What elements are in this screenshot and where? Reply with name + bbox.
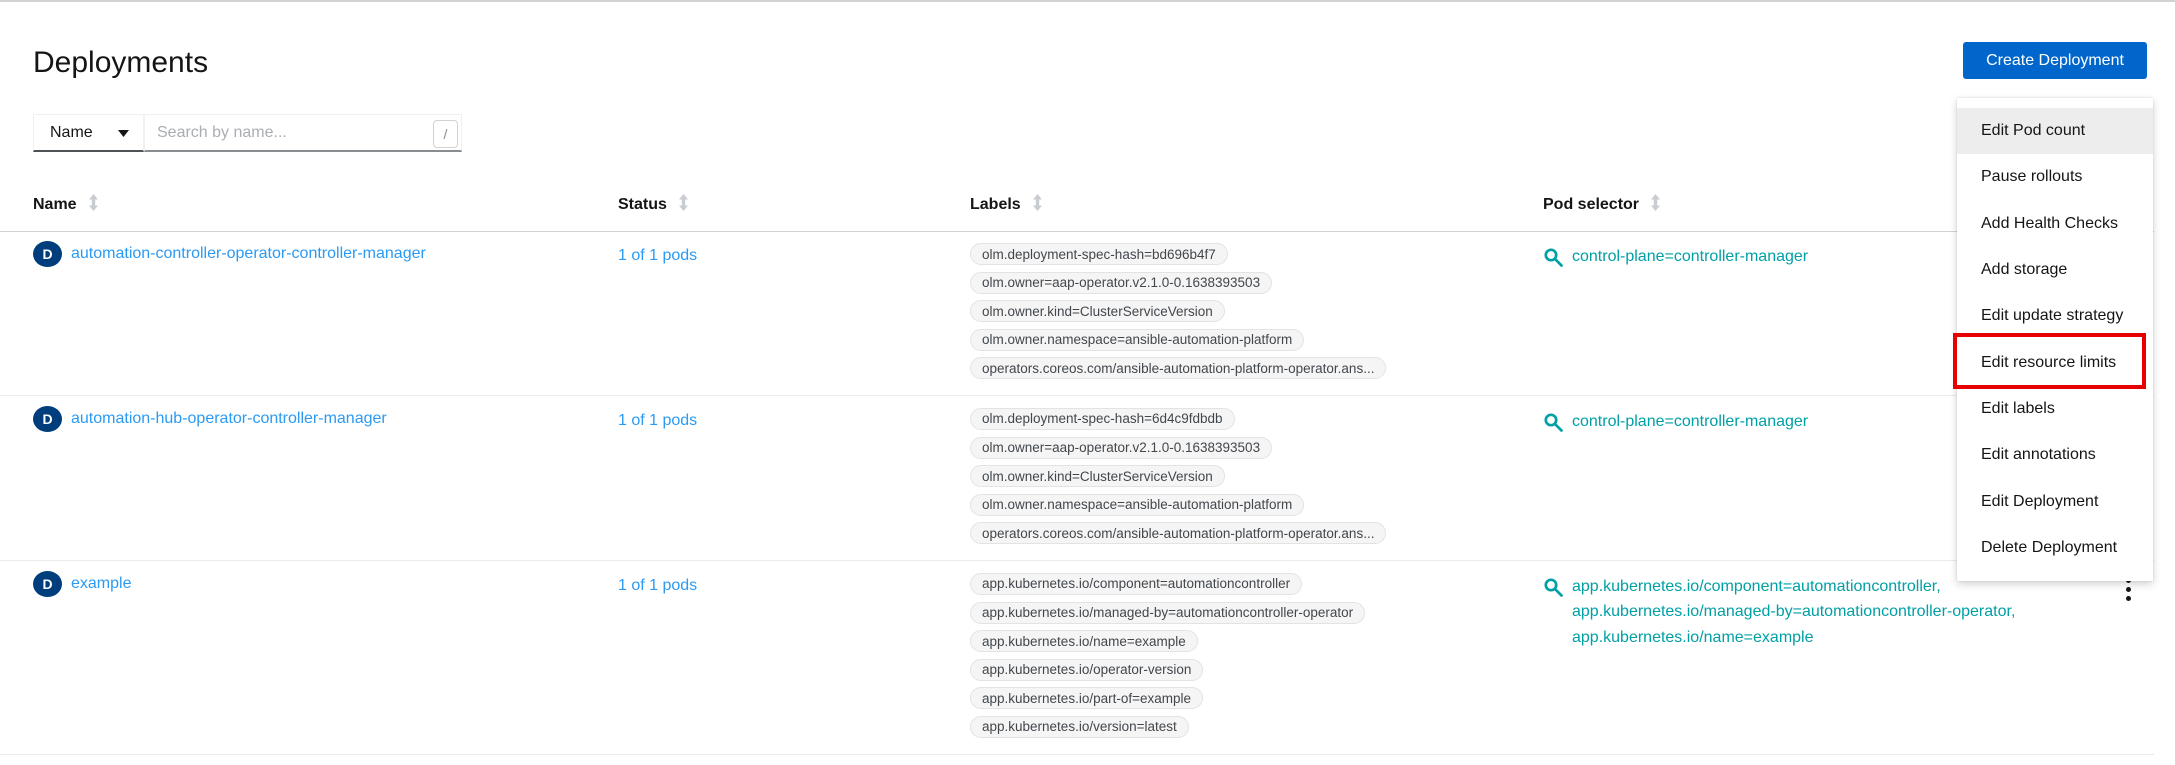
pods-status-link[interactable]: 1 of 1 pods [618, 577, 697, 594]
column-header-label: Labels [970, 196, 1021, 214]
menu-item-edit-annotations[interactable]: Edit annotations [1957, 432, 2153, 478]
sort-icon [677, 194, 690, 216]
label-chip: operators.coreos.com/ansible-automation-… [970, 357, 1386, 379]
status-cell: 1 of 1 pods [618, 247, 697, 265]
name-cell: Dexample [33, 571, 131, 597]
pod-selector-link[interactable]: control-plane=controller-manager [1572, 409, 1808, 435]
status-cell: 1 of 1 pods [618, 577, 697, 595]
status-cell: 1 of 1 pods [618, 412, 697, 430]
table-row: Dautomation-controller-operator-controll… [0, 231, 2154, 396]
label-chip: olm.owner.kind=ClusterServiceVersion [970, 300, 1225, 322]
pods-status-link[interactable]: 1 of 1 pods [618, 412, 697, 429]
menu-item-edit-deployment[interactable]: Edit Deployment [1957, 478, 2153, 524]
column-header-name[interactable]: Name [33, 194, 100, 216]
label-chip: app.kubernetes.io/part-of=example [970, 687, 1203, 709]
menu-item-pause-rollouts[interactable]: Pause rollouts [1957, 154, 2153, 200]
label-chip: app.kubernetes.io/name=example [970, 630, 1198, 652]
label-chip: olm.owner=aap-operator.v2.1.0-0.16383935… [970, 437, 1272, 459]
label-chip: olm.owner=aap-operator.v2.1.0-0.16383935… [970, 272, 1272, 294]
menu-item-edit-update-strategy[interactable]: Edit update strategy [1957, 293, 2153, 339]
label-chip: app.kubernetes.io/version=latest [970, 716, 1189, 738]
deployment-actions-menu: Edit Pod countPause rolloutsAdd Health C… [1957, 98, 2153, 581]
pod-selector-cell: control-plane=controller-manager [1543, 409, 1808, 442]
name-cell: Dautomation-hub-operator-controller-mana… [33, 406, 387, 432]
deployment-badge: D [33, 241, 62, 267]
menu-item-add-health-checks[interactable]: Add Health Checks [1957, 201, 2153, 247]
deployment-badge: D [33, 571, 62, 597]
column-header-status[interactable]: Status [618, 194, 690, 216]
search-icon [1543, 574, 1564, 607]
label-chip: app.kubernetes.io/operator-version [970, 659, 1203, 681]
column-header-labels[interactable]: Labels [970, 194, 1044, 216]
deployment-badge: D [33, 406, 62, 432]
pod-selector-cell: app.kubernetes.io/component=automationco… [1543, 574, 2015, 651]
table-row: Dexample 1 of 1 pods app.kubernetes.io/com… [0, 561, 2154, 755]
label-chip: app.kubernetes.io/component=automationco… [970, 573, 1302, 595]
search-input[interactable] [144, 114, 462, 152]
deployment-name-link[interactable]: example [71, 575, 131, 593]
pod-selector-link[interactable]: app.kubernetes.io/component=automationco… [1572, 574, 2015, 600]
pod-selector-cell: control-plane=controller-manager [1543, 244, 1808, 277]
filter-type-dropdown[interactable]: Name [33, 114, 144, 152]
menu-item-edit-labels[interactable]: Edit labels [1957, 386, 2153, 432]
sort-icon [87, 194, 100, 216]
deployments-page: Deployments Name / Create Deployment Nam… [0, 0, 2175, 765]
search-shortcut-badge: / [433, 120, 458, 148]
search-icon [1543, 409, 1564, 442]
sort-icon [1031, 194, 1044, 216]
caret-down-icon [118, 124, 129, 142]
label-chip: olm.owner.namespace=ansible-automation-p… [970, 494, 1304, 516]
pods-status-link[interactable]: 1 of 1 pods [618, 247, 697, 264]
column-header-label: Name [33, 196, 77, 214]
label-chip: olm.deployment-spec-hash=6d4c9fdbdb [970, 408, 1235, 430]
table-header-row: Name Status Labels Pod selector [0, 190, 2154, 232]
menu-item-edit-resource-limits[interactable]: Edit resource limits [1957, 339, 2153, 385]
deployment-name-link[interactable]: automation-hub-operator-controller-manag… [71, 410, 387, 428]
filter-type-label: Name [50, 124, 93, 142]
search-icon [1543, 244, 1564, 277]
sort-icon [1649, 194, 1662, 216]
label-chip: operators.coreos.com/ansible-automation-… [970, 522, 1386, 544]
page-title: Deployments [33, 46, 208, 80]
pod-selector-link[interactable]: app.kubernetes.io/name=example [1572, 625, 2015, 651]
label-chip: olm.owner.kind=ClusterServiceVersion [970, 465, 1225, 487]
menu-item-delete-deployment[interactable]: Delete Deployment [1957, 525, 2153, 571]
create-deployment-button[interactable]: Create Deployment [1963, 42, 2147, 79]
column-header-pod-selector[interactable]: Pod selector [1543, 194, 1662, 216]
menu-item-edit-pod-count[interactable]: Edit Pod count [1957, 108, 2153, 154]
table-row: Dautomation-hub-operator-controller-mana… [0, 396, 2154, 561]
deployment-name-link[interactable]: automation-controller-operator-controlle… [71, 245, 426, 263]
table-body: Dautomation-controller-operator-controll… [0, 231, 2154, 755]
name-cell: Dautomation-controller-operator-controll… [33, 241, 426, 267]
menu-item-add-storage[interactable]: Add storage [1957, 247, 2153, 293]
label-chip: olm.deployment-spec-hash=bd696b4f7 [970, 243, 1228, 265]
label-chip: app.kubernetes.io/managed-by=automationc… [970, 602, 1365, 624]
column-header-label: Status [618, 196, 667, 214]
pod-selector-link[interactable]: app.kubernetes.io/managed-by=automationc… [1572, 599, 2015, 625]
column-header-label: Pod selector [1543, 196, 1639, 214]
pod-selector-link[interactable]: control-plane=controller-manager [1572, 244, 1808, 270]
label-chip: olm.owner.namespace=ansible-automation-p… [970, 329, 1304, 351]
